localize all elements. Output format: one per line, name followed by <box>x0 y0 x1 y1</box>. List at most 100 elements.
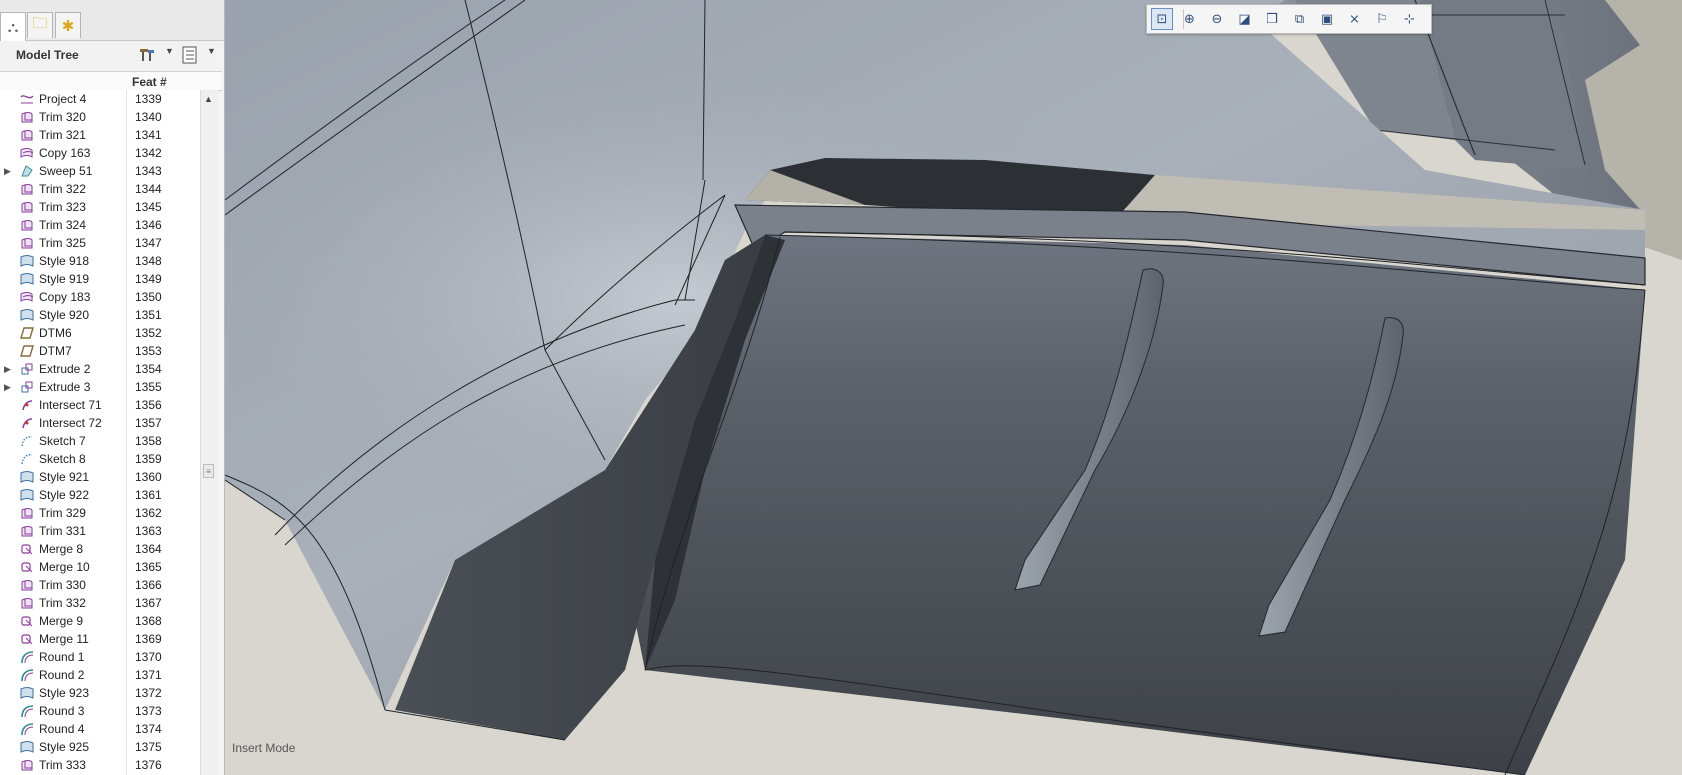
tree-row[interactable]: Intersect 72 1357 <box>0 414 200 432</box>
navigator-tabs: ⛬ 🗀 ✱ <box>0 0 224 41</box>
tree-row[interactable]: Style 921 1360 <box>0 468 200 486</box>
nav-tab-model-tree[interactable]: ⛬ <box>0 12 26 41</box>
view-manager-button[interactable]: ▣ <box>1316 8 1338 30</box>
tree-row[interactable]: Merge 9 1368 <box>0 612 200 630</box>
tree-row[interactable]: Round 1 1370 <box>0 648 200 666</box>
model-tree-panel: ⛬ 🗀 ✱ Model Tree ▼ ▼ Feat # Project 4 13… <box>0 0 225 775</box>
refit-button[interactable]: ⊡ <box>1151 8 1173 30</box>
tree-row-feat-number: 1354 <box>135 362 162 376</box>
tree-row[interactable]: DTM6 1352 <box>0 324 200 342</box>
tree-row[interactable]: Trim 330 1366 <box>0 576 200 594</box>
trim-icon <box>21 580 33 591</box>
trim-icon <box>21 598 33 609</box>
tree-row[interactable]: Merge 8 1364 <box>0 540 200 558</box>
tree-row-label: Sweep 51 <box>39 164 93 178</box>
tree-settings-dropdown[interactable]: ▼ <box>165 46 174 56</box>
tree-scrollbar[interactable]: ▲ ≡ <box>200 90 218 775</box>
tree-row[interactable]: Style 923 1372 <box>0 684 200 702</box>
tree-row-feat-number: 1356 <box>135 398 162 412</box>
display-style-button[interactable]: ❒ <box>1261 8 1283 30</box>
saved-orientations-button[interactable]: ⧉ <box>1289 8 1311 30</box>
tree-row-feat-number: 1358 <box>135 434 162 448</box>
tree-row[interactable]: Copy 183 1350 <box>0 288 200 306</box>
annotation-display-button[interactable]: ⚐ <box>1371 8 1393 30</box>
tree-row-feat-number: 1351 <box>135 308 162 322</box>
tree-row[interactable]: Style 920 1351 <box>0 306 200 324</box>
tree-row-feat-number: 1357 <box>135 416 162 430</box>
tree-row[interactable]: Trim 333 1376 <box>0 756 200 774</box>
cad-model-view[interactable] <box>225 0 1682 775</box>
trim-icon <box>21 220 33 231</box>
tree-row[interactable]: Trim 329 1362 <box>0 504 200 522</box>
tree-row-feat-number: 1348 <box>135 254 162 268</box>
tree-columns-button[interactable] <box>179 45 201 65</box>
tree-row-label: Trim 324 <box>39 218 86 232</box>
nav-tab-favorites[interactable]: ✱ <box>55 12 81 38</box>
column-header-feat[interactable]: Feat # <box>132 75 167 89</box>
tree-row[interactable]: Sketch 7 1358 <box>0 432 200 450</box>
tree-row[interactable]: Intersect 71 1356 <box>0 396 200 414</box>
scrollbar-thumb[interactable]: ≡ <box>203 464 214 478</box>
tree-header: Model Tree ▼ ▼ <box>0 41 222 69</box>
tree-row[interactable]: Merge 10 1365 <box>0 558 200 576</box>
zoom-out-button[interactable]: ⊖ <box>1206 8 1228 30</box>
tree-row-label: Copy 163 <box>39 146 91 160</box>
tree-row[interactable]: Trim 323 1345 <box>0 198 200 216</box>
tree-row-label: Round 3 <box>39 704 85 718</box>
spin-center-icon: ⊹ <box>1404 11 1415 26</box>
tree-row-label: Merge 10 <box>39 560 90 574</box>
tree-settings-button[interactable] <box>137 45 159 65</box>
expand-arrow-icon[interactable]: ▶ <box>4 166 11 177</box>
tree-settings-icon <box>140 49 154 61</box>
tree-row[interactable]: Style 918 1348 <box>0 252 200 270</box>
tree-row-feat-number: 1366 <box>135 578 162 592</box>
tree-row-feat-number: 1346 <box>135 218 162 232</box>
tree-row-label: Sketch 8 <box>39 452 86 466</box>
spin-center-button[interactable]: ⊹ <box>1399 8 1421 30</box>
tree-row[interactable]: ▶ Extrude 3 1355 <box>0 378 200 396</box>
tree-row[interactable]: ▶ Extrude 2 1354 <box>0 360 200 378</box>
tree-row[interactable]: Project 4 1339 <box>0 90 200 108</box>
tree-row-label: Trim 332 <box>39 596 86 610</box>
style-icon <box>20 687 34 699</box>
tree-row[interactable]: ▶ Sweep 51 1343 <box>0 162 200 180</box>
tree-row-feat-number: 1375 <box>135 740 162 754</box>
tree-row-feat-number: 1349 <box>135 272 162 286</box>
tree-row[interactable]: Style 919 1349 <box>0 270 200 288</box>
trim-icon <box>21 238 33 249</box>
tree-row[interactable]: Sketch 8 1359 <box>0 450 200 468</box>
expand-arrow-icon[interactable]: ▶ <box>4 382 11 393</box>
tree-row[interactable]: Trim 322 1344 <box>0 180 200 198</box>
tree-row[interactable]: Style 925 1375 <box>0 738 200 756</box>
tree-row-label: Style 920 <box>39 308 90 322</box>
scroll-up-arrow-icon[interactable]: ▲ <box>204 94 213 104</box>
tree-row[interactable]: Round 3 1373 <box>0 702 200 720</box>
copy-icon <box>20 148 34 158</box>
zoom-in-button[interactable]: ⊕ <box>1179 8 1201 30</box>
tree-row[interactable]: Trim 321 1341 <box>0 126 200 144</box>
tree-row[interactable]: Merge 11 1369 <box>0 630 200 648</box>
tree-row[interactable]: Copy 163 1342 <box>0 144 200 162</box>
datum-display-filters-button[interactable]: ⨯ <box>1344 8 1366 30</box>
annotation-display-icon: ⚐ <box>1376 11 1388 26</box>
repaint-button[interactable]: ◪ <box>1234 8 1256 30</box>
tree-row[interactable]: Trim 324 1346 <box>0 216 200 234</box>
tree-row[interactable]: Style 922 1361 <box>0 486 200 504</box>
expand-arrow-icon[interactable]: ▶ <box>4 364 11 375</box>
tree-row[interactable]: Trim 320 1340 <box>0 108 200 126</box>
tree-row[interactable]: Trim 325 1347 <box>0 234 200 252</box>
trim-icon <box>21 526 33 537</box>
tree-row[interactable]: Round 4 1374 <box>0 720 200 738</box>
tree-columns-dropdown[interactable]: ▼ <box>207 46 216 56</box>
tree-row[interactable]: DTM7 1353 <box>0 342 200 360</box>
tree-row-label: Style 922 <box>39 488 90 502</box>
graphics-viewport[interactable]: ⊡ ⊕ ⊖ ◪ ❒ ⧉ ▣ ⨯ ⚐ ⊹ <box>225 0 1682 775</box>
tree-row[interactable]: Trim 331 1363 <box>0 522 200 540</box>
tree-row[interactable]: Trim 332 1367 <box>0 594 200 612</box>
tree-row-feat-number: 1347 <box>135 236 162 250</box>
tree-row-feat-number: 1359 <box>135 452 162 466</box>
nav-tab-folder-browser[interactable]: 🗀 <box>27 12 53 38</box>
tree-row[interactable]: Round 2 1371 <box>0 666 200 684</box>
tree-row-label: Trim 330 <box>39 578 86 592</box>
tree-row-feat-number: 1343 <box>135 164 162 178</box>
